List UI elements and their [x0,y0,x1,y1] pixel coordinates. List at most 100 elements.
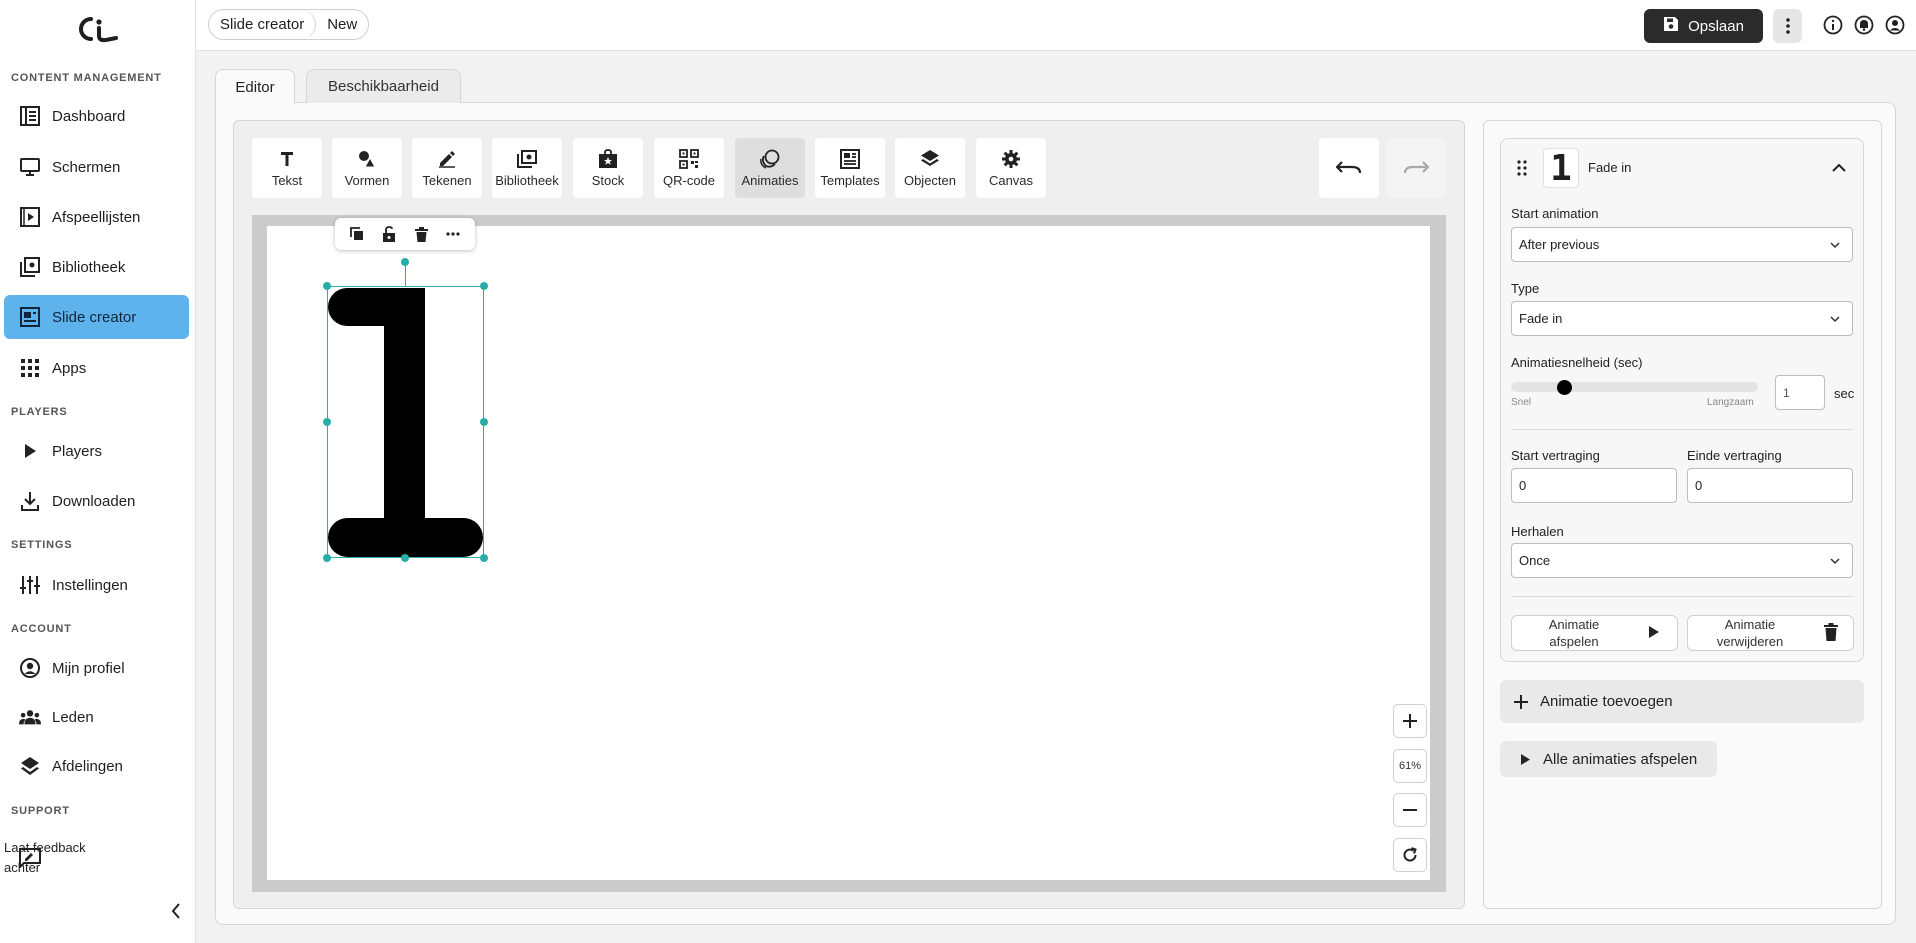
tool-tekst[interactable]: Tekst [252,138,322,198]
tool-label: Templates [820,173,880,188]
resize-handle-bottom-right[interactable] [480,554,488,562]
selection-box [327,286,484,558]
delete-animation-button[interactable]: Animatie verwijderen [1687,615,1854,651]
tab-editor[interactable]: Editor [215,69,295,104]
drag-handle-icon[interactable] [1517,160,1527,181]
tool-objecten[interactable]: Objecten [895,138,965,198]
collapse-chevron-up-icon[interactable] [1832,160,1846,178]
tool-templates[interactable]: Templates [815,138,885,198]
sidebar-item-slide-creator[interactable]: Slide creator [4,295,189,339]
divider [1511,596,1853,597]
breadcrumb-item-slide-creator[interactable]: Slide creator [209,10,317,39]
redo-button[interactable] [1386,138,1446,198]
trash-icon [1824,622,1838,644]
tool-label: Stock [591,173,625,188]
sidebar-item-schermen[interactable]: Schermen [4,145,189,189]
user-circle-icon [19,657,41,679]
account-avatar-icon[interactable] [1885,15,1905,35]
speed-slider-track[interactable] [1511,382,1758,392]
speed-min-label: Snel [1511,397,1532,408]
delete-animation-label-line-2: verwijderen [1716,634,1784,649]
speed-input[interactable]: 1 [1775,375,1825,410]
tool-label: Bibliotheek [495,173,559,188]
plus-icon [1403,714,1417,728]
rotate-handle[interactable] [401,258,409,266]
tool-animaties[interactable]: Animaties [735,138,805,198]
type-label: Type [1511,281,1540,296]
sidebar-item-apps[interactable]: Apps [4,346,189,390]
play-animation-button[interactable]: Animatie afspelen [1511,615,1678,651]
resize-handle-top-left[interactable] [323,282,331,290]
duplicate-icon[interactable] [346,223,368,245]
play-all-label: Alle animaties afspelen [1543,750,1698,768]
sidebar-item-label: Players [52,442,103,460]
kebab-icon [1785,18,1790,34]
resize-handle-left[interactable] [323,418,331,426]
tool-vormen[interactable]: Vormen [332,138,402,198]
sidebar-item-afspeellijsten[interactable]: Afspeellijsten [4,195,189,239]
tool-bibliotheek[interactable]: Bibliotheek [492,138,562,198]
play-animation-label-line-2: afspelen [1549,634,1599,649]
resize-handle-right[interactable] [480,418,488,426]
collapse-sidebar-chevron-icon[interactable] [166,901,186,921]
sidebar-item-dashboard[interactable]: Dashboard [4,94,189,138]
save-button[interactable]: Opslaan [1644,9,1763,43]
tool-stock[interactable]: Stock [573,138,643,198]
sidebar-item-feedback[interactable]: Laat feedback achter [4,835,189,881]
sidebar-item-players[interactable]: Players [4,429,189,473]
sidebar-item-mijn-profiel[interactable]: Mijn profiel [4,646,189,690]
media-library-icon [516,148,538,170]
resize-handle-bottom[interactable] [401,554,409,562]
tool-tekenen[interactable]: Tekenen [412,138,482,198]
zoom-out-button[interactable] [1393,793,1427,827]
reset-zoom-button[interactable] [1393,838,1427,872]
end-delay-input[interactable]: 0 [1687,468,1853,503]
floppy-disk-icon [1663,16,1679,36]
start-delay-input[interactable]: 0 [1511,468,1677,503]
sidebar-item-instellingen[interactable]: Instellingen [4,563,189,607]
sidebar-item-afdelingen[interactable]: Afdelingen [4,744,189,788]
layers-icon [19,755,41,777]
download-icon [19,490,41,512]
resize-handle-top-right[interactable] [480,282,488,290]
sidebar-item-label: Afspeellijsten [52,208,141,226]
tool-qr-code[interactable]: QR-code [654,138,724,198]
resize-handle-bottom-left[interactable] [323,554,331,562]
ci-logo[interactable] [72,14,120,44]
start-animation-label: Start animation [1511,206,1599,221]
sidebar-item-bibliotheek[interactable]: Bibliotheek [4,245,189,289]
notifications-bell-icon[interactable] [1854,15,1874,35]
more-options-button[interactable] [1773,9,1802,43]
sidebar-item-leden[interactable]: Leden [4,695,189,739]
add-animation-button[interactable]: Animatie toevoegen [1500,680,1864,723]
play-animation-label-line-1: Animatie [1548,617,1600,632]
breadcrumb: Slide creator New [208,9,370,40]
zoom-in-button[interactable] [1393,704,1427,738]
play-icon [19,440,41,462]
zoom-level: 61% [1393,749,1427,783]
refresh-icon [1403,847,1417,862]
shapes-icon [356,148,378,170]
save-button-label: Opslaan [1688,17,1744,35]
repeat-select[interactable]: Once [1511,543,1853,578]
dashboard-icon [19,105,41,127]
more-horizontal-icon[interactable] [442,223,464,245]
start-animation-select[interactable]: After previous [1511,227,1853,262]
unlock-icon[interactable] [378,223,400,245]
tab-beschikbaarheid[interactable]: Beschikbaarheid [306,69,461,103]
sidebar-item-label: Instellingen [52,576,128,594]
undo-button[interactable] [1319,138,1379,198]
sidebar-item-label: Leden [52,708,94,726]
qr-code-icon [678,148,700,170]
breadcrumb-item-new[interactable]: New [316,10,368,39]
play-all-animations-button[interactable]: Alle animaties afspelen [1500,741,1717,777]
redo-icon [1403,161,1429,174]
templates-icon [839,148,861,170]
trash-icon[interactable] [410,223,432,245]
info-icon[interactable] [1823,15,1843,35]
sidebar: CONTENT MANAGEMENT Dashboard Schermen Af… [0,0,196,943]
tool-canvas[interactable]: Canvas [976,138,1046,198]
sidebar-item-downloaden[interactable]: Downloaden [4,479,189,523]
type-select[interactable]: Fade in [1511,301,1853,336]
sidebar-item-label: Laat feedback achter [4,840,86,875]
